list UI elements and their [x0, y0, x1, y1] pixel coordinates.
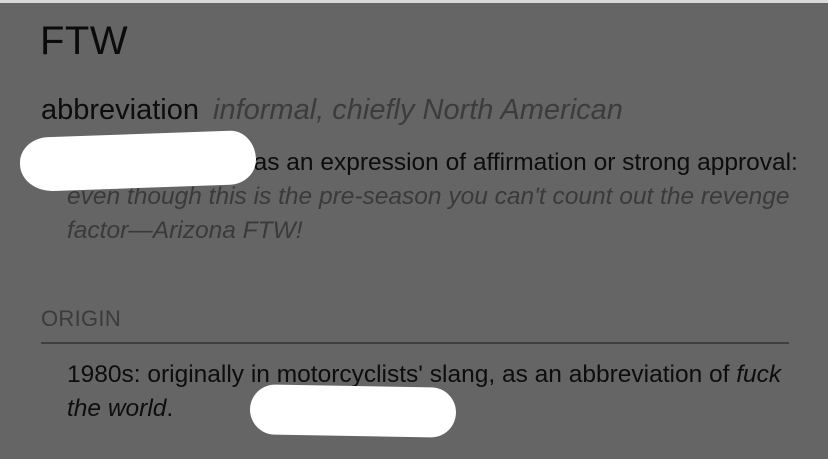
part-of-speech: abbreviation [41, 94, 199, 126]
example-sentence: even though this is the pre-season you c… [67, 183, 790, 244]
origin-section-label: ORIGIN [41, 306, 122, 331]
headword-title: FTW [40, 19, 129, 63]
definition-sense: for the win, used as an expression of af… [67, 146, 807, 248]
definition-text: for the win, used as an expression of af… [67, 149, 798, 176]
origin-text-end: . [166, 395, 174, 422]
part-of-speech-line: abbreviation informal, chiefly North Amer… [41, 92, 623, 128]
origin-divider [41, 342, 789, 344]
origin-text: 1980s: originally in motorcyclists' slan… [67, 358, 797, 426]
dictionary-entry: FTW abbreviation informal, chiefly North … [0, 0, 828, 459]
origin-text-body: 1980s: originally in motorcyclists' slan… [67, 361, 730, 388]
usage-register-label: informal, chiefly North American [213, 94, 623, 126]
